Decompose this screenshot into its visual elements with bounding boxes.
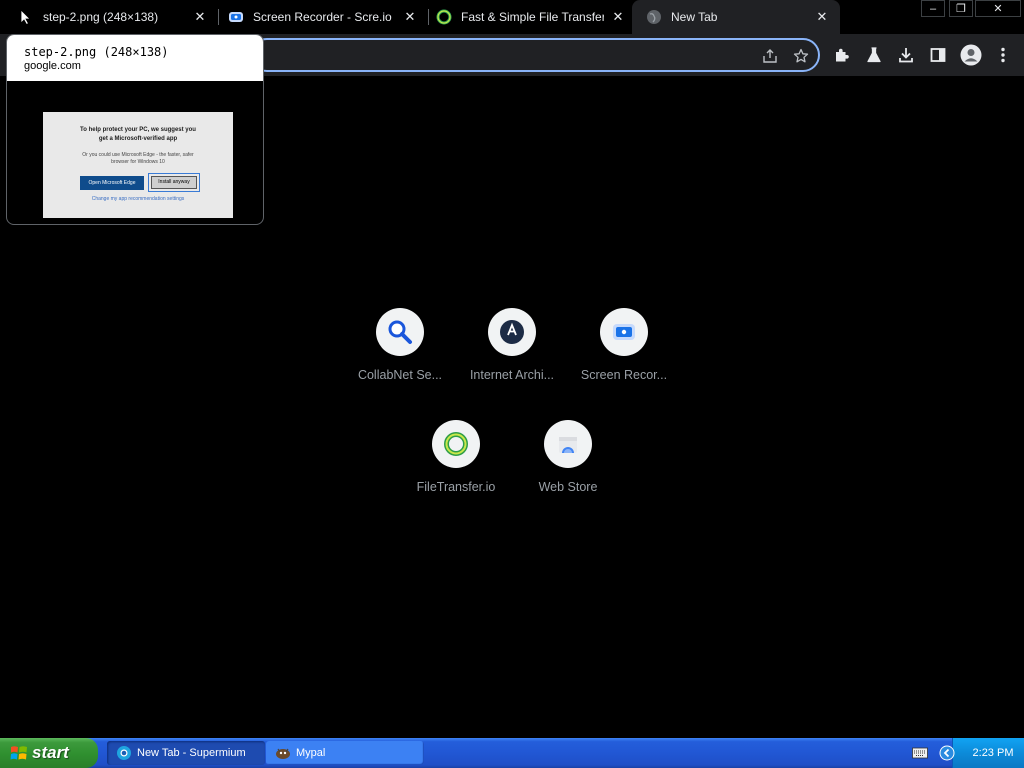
keyboard-icon[interactable]	[912, 745, 928, 761]
taskbar-clock[interactable]: 2:23 PM	[952, 738, 1024, 768]
shortcut-screen-recorder[interactable]: Screen Recor...	[568, 308, 680, 398]
menu-icon[interactable]	[994, 46, 1012, 64]
start-label: start	[32, 743, 69, 762]
tab-screen-recorder[interactable]: Screen Recorder - Scre.io ✕	[210, 0, 428, 34]
thumbnail-body: Or you could use Microsoft Edge - the fa…	[82, 152, 194, 158]
shortcut-web-store[interactable]: Web Store	[512, 420, 624, 510]
taskbar-item-supermium[interactable]: New Tab - Supermium	[107, 741, 265, 765]
close-window-button[interactable]: ✕	[975, 0, 1021, 17]
hover-card-thumbnail: To help protect your PC, we suggest you …	[43, 112, 233, 218]
desktop-screen: step-2.png (248×138) ✕ Screen Recorder -…	[0, 0, 1024, 768]
shortcut-label: CollabNet Se...	[357, 368, 443, 382]
shortcut-label: Internet Archi...	[469, 368, 555, 382]
cursor-icon	[18, 9, 34, 25]
shortcut-label: Screen Recor...	[580, 368, 668, 382]
address-bar[interactable]	[250, 38, 820, 72]
tab-title: Screen Recorder - Scre.io	[253, 10, 392, 24]
hover-card-domain: google.com	[24, 60, 81, 72]
tab-close-icon[interactable]: ✕	[814, 9, 830, 25]
tab-file-transfer[interactable]: Fast & Simple File Transfers - ✕	[418, 0, 636, 34]
taskbar: start New Tab - Supermium Mypal 2:23 PM	[0, 738, 1024, 768]
search-magnifier-icon	[376, 308, 424, 356]
thumbnail-body: browser for Windows 10	[111, 159, 165, 165]
thumbnail-heading: get a Microsoft-verified app	[98, 136, 178, 142]
filetransfer-icon	[436, 9, 452, 25]
start-button[interactable]: start	[0, 738, 98, 768]
shortcut-label: Web Store	[538, 480, 598, 494]
minimize-button[interactable]: –	[921, 0, 945, 17]
tab-close-icon[interactable]: ✕	[610, 9, 626, 25]
tab-title: Fast & Simple File Transfers -	[461, 10, 604, 24]
supermium-icon	[116, 745, 132, 761]
share-icon[interactable]	[762, 48, 778, 64]
windows-logo-icon	[10, 744, 28, 762]
thumbnail-heading: To help protect your PC, we suggest you	[80, 127, 196, 133]
globe-icon	[646, 9, 662, 25]
shortcut-collabnet[interactable]: CollabNet Se...	[344, 308, 456, 398]
tab-new-tab[interactable]: New Tab ✕	[632, 0, 840, 34]
taskbar-item-mypal[interactable]: Mypal	[266, 741, 424, 765]
profile-icon[interactable]	[960, 44, 982, 66]
filetransfer-icon	[432, 420, 480, 468]
shortcut-filetransfer[interactable]: FileTransfer.io	[400, 420, 512, 510]
hover-card-header: step-2.png (248×138) google.com	[7, 35, 263, 81]
screen-recorder-icon	[600, 308, 648, 356]
shortcut-internet-archive[interactable]: Internet Archi...	[456, 308, 568, 398]
thumbnail-open-edge-button: Open Microsoft Edge	[80, 176, 144, 190]
screen-recorder-icon	[228, 9, 244, 25]
tab-step2[interactable]: step-2.png (248×138) ✕	[0, 0, 218, 34]
taskbar-item-label: Mypal	[296, 747, 326, 759]
side-panel-icon[interactable]	[929, 46, 947, 64]
thumbnail-install-anyway-button: Install anyway	[148, 173, 200, 192]
tab-close-icon[interactable]: ✕	[192, 9, 208, 25]
shortcut-label: FileTransfer.io	[416, 480, 496, 494]
taskbar-item-label: New Tab - Supermium	[137, 747, 246, 759]
web-store-icon	[544, 420, 592, 468]
mypal-icon	[275, 745, 291, 761]
tab-title: New Tab	[671, 10, 718, 24]
restore-button[interactable]: ❐	[949, 0, 973, 17]
tab-hover-card: step-2.png (248×138) google.com To help …	[6, 34, 264, 225]
thumbnail-install-anyway-label: Install anyway	[151, 176, 197, 189]
thumbnail-settings-link: Change my app recommendation settings	[91, 196, 185, 202]
labs-icon[interactable]	[865, 46, 883, 64]
window-controls: – ❐ ✕	[917, 0, 1024, 18]
tab-close-icon[interactable]: ✕	[402, 9, 418, 25]
tab-strip: step-2.png (248×138) ✕ Screen Recorder -…	[0, 0, 1024, 34]
tab-title: step-2.png (248×138)	[43, 10, 159, 24]
bookmark-star-icon[interactable]	[793, 48, 809, 64]
hover-card-title: step-2.png (248×138)	[24, 45, 169, 59]
internet-archive-icon	[488, 308, 536, 356]
download-icon[interactable]	[897, 46, 915, 64]
extensions-icon[interactable]	[833, 46, 851, 64]
